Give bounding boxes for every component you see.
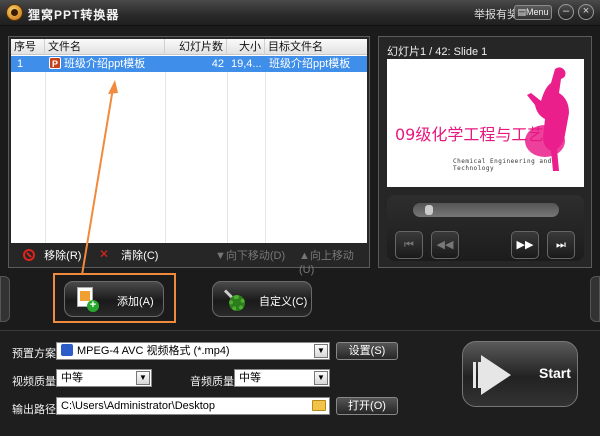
open-folder-button[interactable]: 打开(O): [336, 397, 398, 415]
chevron-down-icon[interactable]: ▼: [314, 371, 328, 385]
video-quality-value: 中等: [61, 372, 83, 384]
audio-quality-select[interactable]: 中等 ▼: [234, 369, 330, 387]
play-arrow-icon: [481, 355, 511, 395]
chevron-down-icon[interactable]: ▼: [314, 344, 328, 358]
preset-select[interactable]: MPEG-4 AVC 视频格式 (*.mp4) ▼: [56, 342, 330, 360]
preset-label: 预置方案:: [12, 348, 60, 360]
video-format-icon: [61, 344, 73, 356]
folder-icon[interactable]: [312, 400, 326, 411]
start-button[interactable]: Start: [462, 341, 578, 407]
video-quality-select[interactable]: 中等 ▼: [56, 369, 152, 387]
start-button-label: Start: [539, 365, 571, 381]
audio-quality-value: 中等: [239, 372, 261, 384]
preset-value: MPEG-4 AVC 视频格式 (*.mp4): [77, 345, 230, 357]
chevron-down-icon[interactable]: ▼: [136, 371, 150, 385]
preset-settings-button[interactable]: 设置(S): [336, 342, 398, 360]
output-path-field[interactable]: C:\Users\Administrator\Desktop: [56, 397, 330, 415]
output-path-label: 输出路径:: [12, 404, 60, 416]
video-quality-label: 视频质量:: [12, 376, 60, 388]
output-path-value: C:\Users\Administrator\Desktop: [61, 400, 216, 412]
settings-panel: 预置方案: MPEG-4 AVC 视频格式 (*.mp4) ▼ 设置(S) 视频…: [0, 330, 600, 436]
audio-quality-label: 音频质量:: [190, 376, 238, 388]
